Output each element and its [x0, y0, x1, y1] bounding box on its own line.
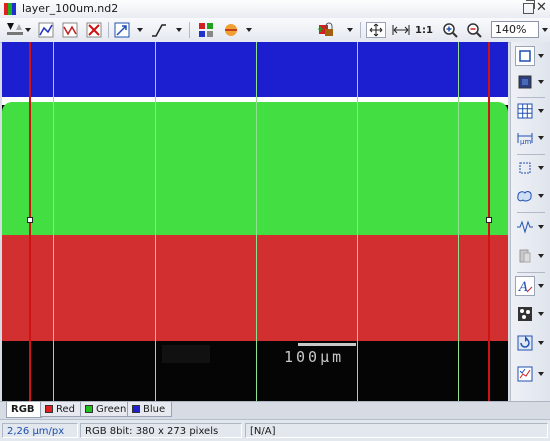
- tab-label: Blue: [143, 403, 166, 415]
- pixel-size-status: 2,26 µm/px: [2, 423, 78, 438]
- measure-handle[interactable]: [27, 217, 33, 223]
- green-layer: [2, 102, 508, 236]
- crop-icon[interactable]: [515, 158, 535, 178]
- fill-color-icon[interactable]: [515, 72, 535, 92]
- chevron-down-icon[interactable]: [538, 109, 544, 113]
- tab-green[interactable]: Green: [80, 402, 134, 417]
- lut-curve-menu-icon[interactable]: [150, 22, 168, 38]
- chevron-down-icon[interactable]: [538, 254, 544, 258]
- chevron-down-icon[interactable]: [538, 312, 544, 316]
- refresh-icon[interactable]: [515, 333, 535, 353]
- green-swatch-icon: [85, 405, 93, 413]
- ratio-label: 1:1: [415, 24, 433, 36]
- value-status: [N/A]: [245, 423, 548, 438]
- red-swatch-icon: [45, 405, 53, 413]
- tab-label: RGB: [11, 404, 35, 415]
- grid-line: [458, 42, 459, 401]
- red-layer: [2, 235, 508, 343]
- blue-swatch-icon: [132, 405, 140, 413]
- chevron-down-icon[interactable]: [538, 284, 544, 288]
- svg-text:µm: µm: [520, 138, 531, 146]
- chevron-down-icon[interactable]: [538, 341, 544, 345]
- channels-icon[interactable]: [197, 22, 215, 38]
- lut-curve-icon[interactable]: [37, 22, 55, 38]
- auto-scale-dropdown[interactable]: [137, 28, 143, 32]
- rectangle-select-icon[interactable]: [515, 46, 535, 66]
- image-viewer[interactable]: 100µm: [2, 42, 508, 401]
- blue-layer: [2, 42, 508, 97]
- grid-line: [357, 42, 358, 401]
- chevron-down-icon[interactable]: [538, 136, 544, 140]
- lut-reset-icon[interactable]: [85, 22, 103, 38]
- fit-to-window-icon[interactable]: [366, 22, 386, 38]
- zoom-in-icon[interactable]: [441, 22, 459, 38]
- title-bar: layer_100um.nd2 ✕: [0, 0, 550, 19]
- scale-bar: [298, 343, 356, 346]
- layers-icon[interactable]: [515, 246, 535, 266]
- chevron-down-icon[interactable]: [538, 225, 544, 229]
- chart-check-icon[interactable]: [515, 364, 535, 384]
- tab-label: Red: [56, 403, 75, 415]
- right-toolbar: µm A: [510, 42, 550, 401]
- micron-scale-icon[interactable]: µm: [515, 128, 535, 148]
- app-rgb-icon: [4, 3, 16, 15]
- chevron-down-icon[interactable]: [538, 372, 544, 376]
- svg-text:A: A: [518, 280, 528, 294]
- color-wheel-icon[interactable]: [222, 22, 240, 38]
- dots-pattern-icon[interactable]: [515, 304, 535, 324]
- tab-blue[interactable]: Blue: [127, 402, 173, 417]
- status-bar: 2,26 µm/px RGB 8bit: 380 x 273 pixels [N…: [0, 419, 550, 441]
- grid-line: [155, 42, 156, 401]
- grid-icon[interactable]: [515, 101, 535, 121]
- lut-levels-icon[interactable]: [5, 22, 25, 38]
- image-artifact: [162, 345, 210, 363]
- svg-text:+: +: [317, 25, 325, 35]
- lut-levels-dropdown[interactable]: [25, 28, 31, 32]
- lut-toolbar: + 1:1: [0, 18, 550, 43]
- black-layer: [2, 341, 508, 401]
- color-dropdown[interactable]: [246, 28, 252, 32]
- scale-bar-label: 100µm: [284, 348, 345, 366]
- grid-line: [53, 42, 54, 401]
- restore-icon[interactable]: [523, 0, 535, 14]
- chevron-down-icon[interactable]: [538, 54, 544, 58]
- fit-width-icon[interactable]: [391, 22, 411, 38]
- chevron-down-icon[interactable]: [538, 166, 544, 170]
- tab-rgb[interactable]: RGB: [6, 402, 42, 418]
- chevron-down-icon[interactable]: [542, 28, 548, 32]
- window-title: layer_100um.nd2: [22, 2, 119, 15]
- lock-image-icon[interactable]: +: [316, 22, 338, 38]
- grid-line: [256, 42, 257, 401]
- tab-label: Green: [96, 403, 127, 415]
- one-to-one-button[interactable]: 1:1: [415, 22, 433, 38]
- blob-icon[interactable]: [515, 186, 535, 206]
- zoom-select[interactable]: 140%: [491, 21, 539, 38]
- zoom-out-icon[interactable]: [465, 22, 483, 38]
- chevron-down-icon[interactable]: [538, 80, 544, 84]
- auto-scale-icon[interactable]: [113, 22, 131, 38]
- text-annotation-icon[interactable]: A: [515, 276, 535, 296]
- channel-tabs: RGB Red Green Blue: [0, 401, 550, 419]
- measure-handle[interactable]: [486, 217, 492, 223]
- lock-dropdown[interactable]: [347, 28, 353, 32]
- lut-line-icon[interactable]: [61, 22, 79, 38]
- tab-red[interactable]: Red: [40, 402, 82, 417]
- image-info-status: RGB 8bit: 380 x 273 pixels: [80, 423, 242, 438]
- chevron-down-icon[interactable]: [538, 194, 544, 198]
- lut-curve-dropdown[interactable]: [176, 28, 182, 32]
- close-icon[interactable]: ✕: [536, 0, 547, 15]
- waveform-icon[interactable]: [515, 217, 535, 237]
